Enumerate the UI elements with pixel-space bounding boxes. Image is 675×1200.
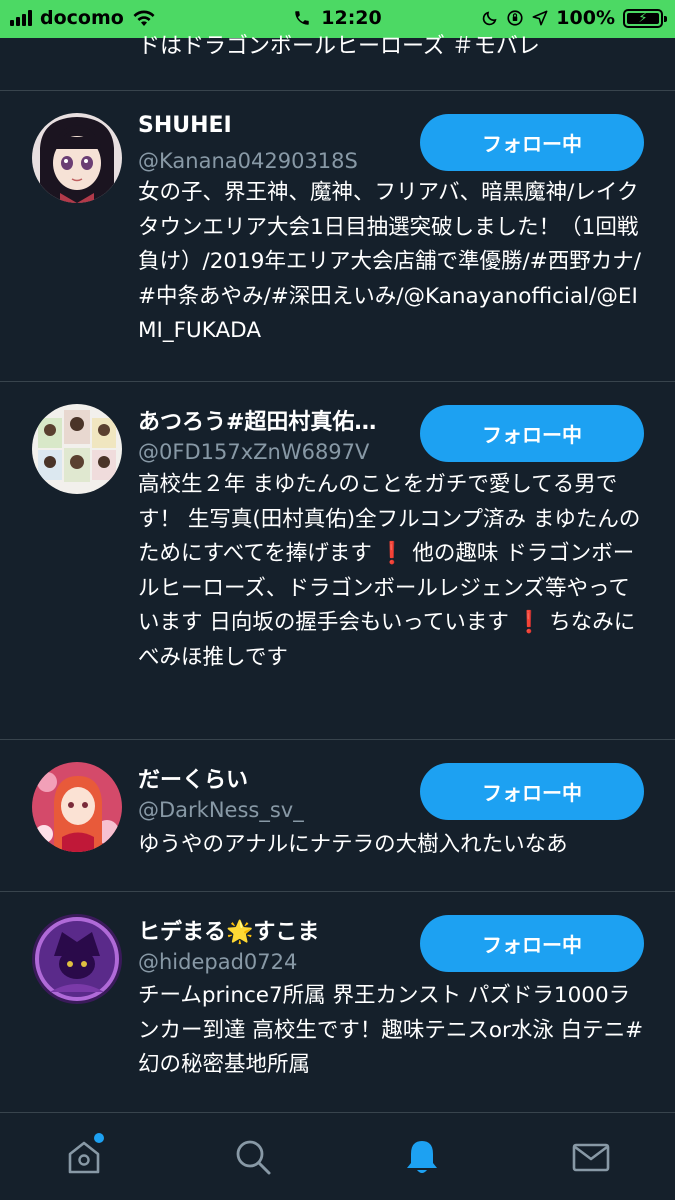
user-name: ヒデまる🌟すこま [138,920,320,945]
tab-messages[interactable] [569,1135,613,1179]
user-bio: チームprince7所属 界王カンスト パズドラ1000ランカー到達 高校生です… [138,983,644,1077]
bell-icon [407,1141,437,1173]
user-handle: @Kanana04290318S [138,149,358,173]
tab-notifications[interactable] [400,1135,444,1179]
user-bio: 女の子、界王神、魔神、フリアバ、暗黒魔神/レイクタウンエリア大会1日目抽選突破し… [138,180,641,343]
avatar[interactable] [32,914,122,1004]
user-cell[interactable]: SHUHEI @Kanana04290318S フォロー中 女の子、界王神、魔神… [0,91,675,381]
home-icon [68,1141,100,1174]
notification-dot [94,1133,104,1143]
following-button[interactable]: フォロー中 [420,114,644,171]
mail-icon [572,1143,610,1172]
avatar[interactable] [32,113,122,203]
following-button[interactable]: フォロー中 [420,405,644,462]
user-cell[interactable]: ヒデまる🌟すこま @hidepad0724 フォロー中 チームprince7所属… [0,892,675,1110]
user-name: あつろう#超田村真佑… [138,410,377,435]
user-handle: @DarkNess_sv_ [138,798,304,822]
user-bio: ゆうやのアナルにナテラの大樹入れたいなあ [138,832,568,857]
phone-icon [295,11,309,25]
user-cell[interactable]: あつろう#超田村真佑… @0FD157xZnW6897V フォロー中 高校生２年… [0,382,675,739]
user-name: SHUHEI [138,113,232,138]
search-icon [236,1140,271,1175]
avatar[interactable] [32,404,122,494]
battery-percent: 100% [556,7,615,29]
moon-icon [483,11,497,26]
following-button[interactable]: フォロー中 [420,763,644,820]
clock-time: 12:20 [321,7,382,29]
user-bio: 高校生２年 まゆたんのことをガチで愛してる男です！ 生写真(田村真佑)全フルコン… [138,472,641,670]
tab-bar [0,1112,675,1200]
user-name: だーくらい [138,768,249,793]
user-handle: @hidepad0724 [138,950,298,974]
avatar[interactable] [32,762,122,852]
tab-home[interactable] [62,1133,106,1179]
tab-search[interactable] [231,1135,275,1179]
user-cell[interactable]: だーくらい @DarkNess_sv_ フォロー中 ゆうやのアナルにナテラの大樹… [0,740,675,891]
location-icon [532,10,548,26]
battery-icon: ⚡ [623,8,667,28]
following-button[interactable]: フォロー中 [420,915,644,972]
orientation-lock-icon [507,10,523,26]
previous-bio-fragment: ドはドラゴンボールヒーローズ ＃モバレ [138,34,540,59]
user-handle: @0FD157xZnW6897V [138,440,370,464]
